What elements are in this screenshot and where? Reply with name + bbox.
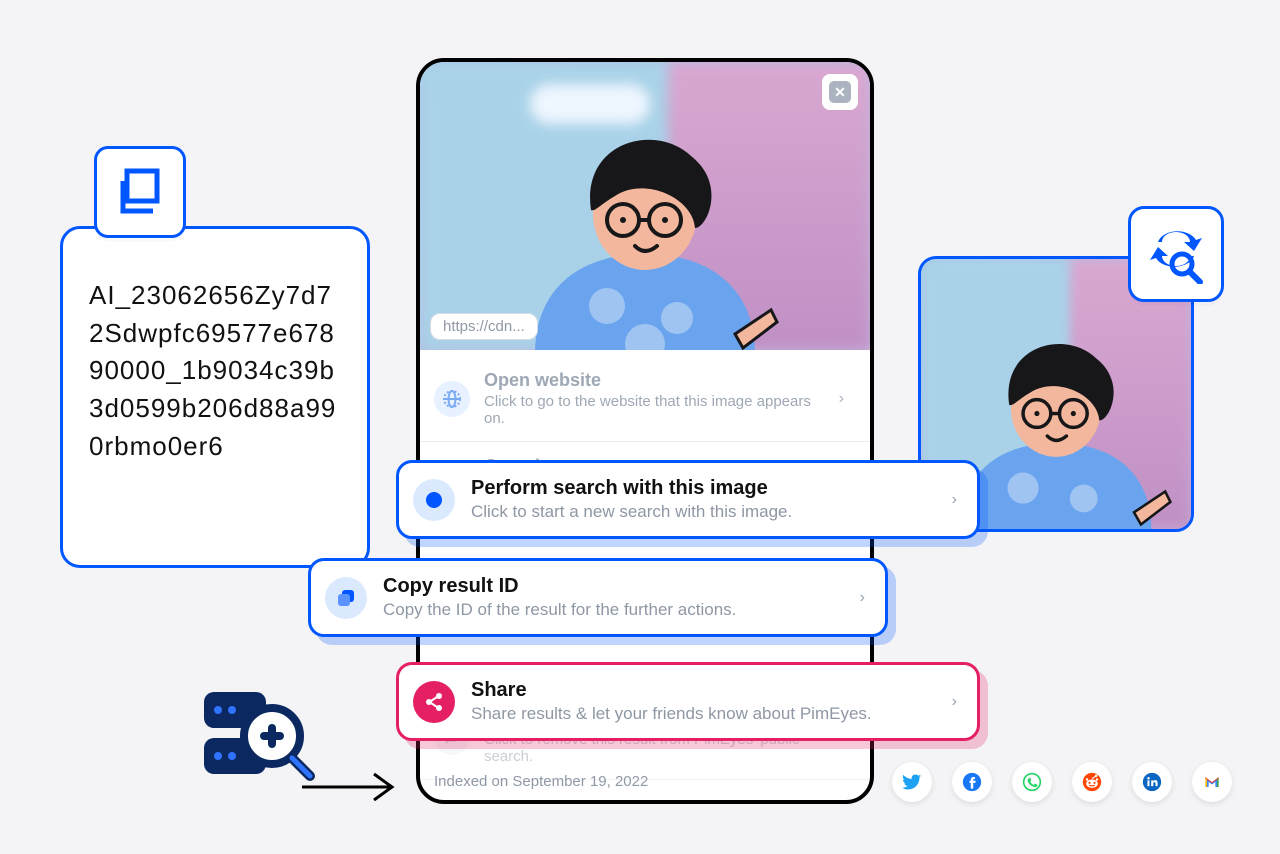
source-url-chip[interactable]: https://cdn... — [430, 313, 538, 340]
facebook-icon — [962, 772, 982, 792]
row-title: Perform search with this image — [471, 477, 936, 500]
close-button[interactable]: ✕ — [822, 74, 858, 110]
row-sub: Click to start a new search with this im… — [471, 502, 936, 522]
reverse-search-icon-card — [1128, 206, 1224, 302]
row-title: Open website — [484, 370, 825, 391]
whatsapp-icon — [1022, 772, 1042, 792]
share-icon — [413, 681, 455, 723]
row-sub: Click to go to the website that this ima… — [484, 393, 825, 427]
social-share-row — [892, 762, 1232, 802]
avatar-illustration — [495, 94, 795, 350]
result-id-text: AI_23062656Zy7d72Sdwpfc69577e67890000_1b… — [89, 280, 336, 461]
row-sub: Copy the ID of the result for the furthe… — [383, 600, 844, 620]
chevron-right-icon: › — [860, 589, 865, 607]
globe-icon — [434, 381, 470, 417]
linkedin-button[interactable] — [1132, 762, 1172, 802]
row-title: Copy result ID — [383, 575, 844, 598]
gmail-button[interactable] — [1192, 762, 1232, 802]
search-dot-icon — [413, 479, 455, 521]
chevron-right-icon: › — [839, 390, 844, 408]
reddit-button[interactable] — [1072, 762, 1112, 802]
indexed-date: Indexed on September 19, 2022 — [434, 773, 648, 790]
chevron-right-icon: › — [952, 491, 957, 509]
share-row[interactable]: Share Share results & let your friends k… — [396, 662, 980, 741]
result-hero-image: ✕ https://cdn... — [420, 62, 870, 350]
copy-id-row[interactable]: Copy result ID Copy the ID of the result… — [308, 558, 888, 637]
row-title: Share — [471, 679, 936, 702]
linkedin-icon — [1142, 772, 1162, 792]
facebook-button[interactable] — [952, 762, 992, 802]
close-icon: ✕ — [829, 81, 851, 103]
open-website-row[interactable]: Open website Click to go to the website … — [420, 356, 870, 442]
twitter-button[interactable] — [892, 762, 932, 802]
reddit-icon — [1082, 772, 1102, 792]
copy-icon — [325, 577, 367, 619]
twitter-icon — [902, 772, 922, 792]
perform-search-row[interactable]: Perform search with this image Click to … — [396, 460, 980, 539]
source-url-text: https://cdn... — [443, 318, 525, 335]
gmail-icon — [1202, 772, 1222, 792]
chevron-right-icon: › — [952, 693, 957, 711]
copy-stack-icon — [113, 165, 167, 219]
row-sub: Share results & let your friends know ab… — [471, 704, 936, 724]
copy-icon-card — [94, 146, 186, 238]
arrow-right-icon — [300, 770, 400, 809]
result-id-box: AI_23062656Zy7d72Sdwpfc69577e67890000_1b… — [60, 226, 370, 568]
whatsapp-button[interactable] — [1012, 762, 1052, 802]
reverse-search-icon — [1146, 224, 1206, 284]
